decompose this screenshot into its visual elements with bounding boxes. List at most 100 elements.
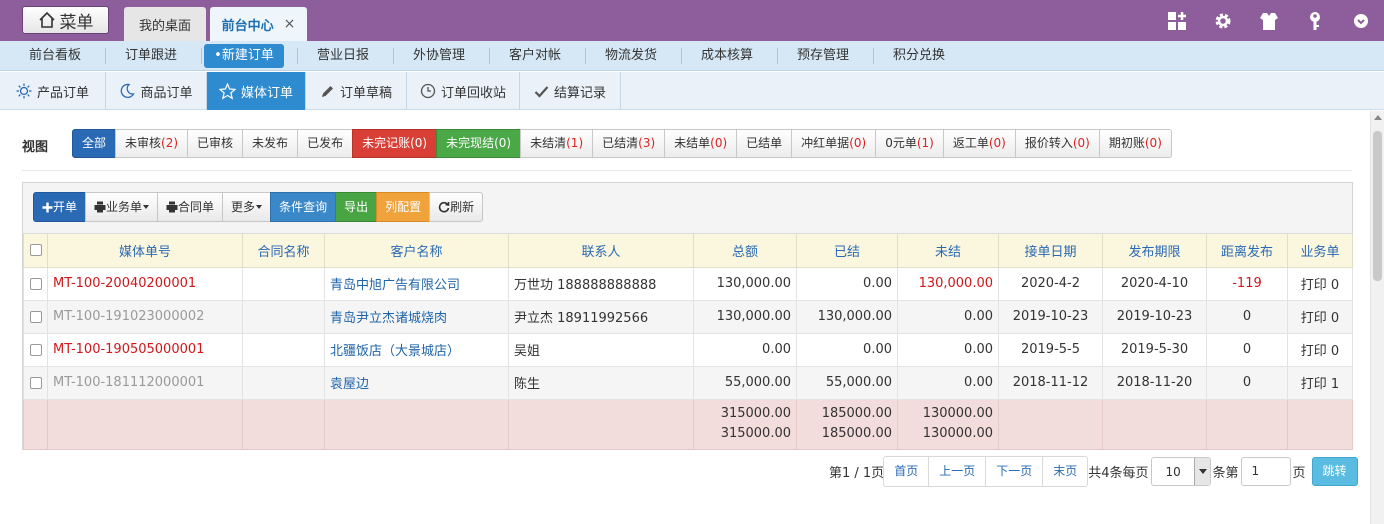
page-number-input[interactable]: 1 [1240,457,1291,486]
print-link[interactable]: 打印 0 [1287,332,1353,367]
media-no[interactable]: MT-100-190505000001 [47,332,243,367]
row-checkbox[interactable] [29,376,42,389]
sum-total: 315000.00 315000.00 [693,398,797,450]
filter-unaudited[interactable]: 未审核(2) [115,129,189,158]
col-unpaid[interactable]: 未结 [897,234,999,268]
col-business-order[interactable]: 业务单 [1287,234,1353,268]
col-distance[interactable]: 距离发布 [1206,234,1288,268]
table-row[interactable]: MT-100-20040200001 青岛中旭广告有限公司 万世功 188888… [23,266,1353,301]
tab-order-recycle[interactable]: 订单回收站 [407,72,520,110]
col-customer-name[interactable]: 客户名称 [324,234,509,268]
print-link[interactable]: 打印 0 [1287,299,1353,334]
filter-rework[interactable]: 返工单(0) [942,129,1016,158]
unpaid: 0.00 [897,299,999,334]
nav-new-order[interactable]: •新建订单 [204,44,284,68]
filter-zero-order[interactable]: 0元单(1) [875,129,944,158]
media-no[interactable]: MT-100-20040200001 [47,266,243,301]
nav-daily-report[interactable]: 营业日报 [303,44,383,68]
nav-customer-reconcile[interactable]: 客户对帐 [495,44,575,68]
next-page-button[interactable]: 下一页 [985,456,1044,487]
vertical-scrollbar[interactable] [1370,111,1384,524]
first-page-button[interactable]: 首页 [883,456,930,487]
printer-icon [94,201,106,213]
filter-unfinished-cash[interactable]: 未完现结(0) [436,129,522,158]
contract-order-button[interactable]: 合同单 [157,192,224,222]
key-icon[interactable] [1292,10,1338,34]
col-deadline[interactable]: 发布期限 [1102,234,1207,268]
contract-name [242,365,325,400]
tab-media-order[interactable]: 媒体订单 [207,72,306,110]
print-link[interactable]: 打印 0 [1287,266,1353,301]
tab-goods-order[interactable]: 商品订单 [106,72,207,110]
open-order-button[interactable]: 开单 [33,192,87,222]
filter-unclosed[interactable]: 未结单(0) [664,129,738,158]
customer-name[interactable]: 青岛尹立杰诸城烧肉 [324,299,509,334]
menu-button[interactable]: 菜单 [22,6,109,34]
printer-icon [166,201,178,213]
filter-settled[interactable]: 已结清(3) [592,129,666,158]
filter-unfinished-account[interactable]: 未完记账(0) [352,129,438,158]
nav-front-board[interactable]: 前台看板 [15,44,95,68]
nav-cost-accounting[interactable]: 成本核算 [687,44,767,68]
filter-published[interactable]: 已发布 [297,129,354,158]
filter-closed[interactable]: 已结单 [736,129,793,158]
filter-unsettled[interactable]: 未结清(1) [520,129,594,158]
print-link[interactable]: 打印 1 [1287,365,1353,400]
filter-quote-import[interactable]: 报价转入(0) [1014,129,1100,158]
nav-outsourcing[interactable]: 外协管理 [399,44,479,68]
caret-down-icon [143,205,150,209]
col-media-no[interactable]: 媒体单号 [47,234,243,268]
chevron-icon[interactable] [1338,10,1384,34]
col-total[interactable]: 总额 [693,234,797,268]
filter-reversal[interactable]: 冲红单据(0) [791,129,877,158]
select-all-checkbox[interactable] [29,244,42,257]
close-icon[interactable]: × [284,16,296,32]
customer-name[interactable]: 青岛中旭广告有限公司 [324,266,509,301]
media-no[interactable]: MT-100-191023000002 [47,299,243,334]
business-order-button[interactable]: 业务单 [85,192,159,222]
col-contract-name[interactable]: 合同名称 [242,234,325,268]
row-checkbox[interactable] [29,310,42,323]
last-page-button[interactable]: 末页 [1042,456,1089,487]
distance: 0 [1206,299,1288,334]
table-row[interactable]: MT-100-181112000001 袁屋边 陈生 55,000.00 55,… [23,365,1353,400]
tab-product-order[interactable]: 产品订单 [0,72,106,110]
prev-page-button[interactable]: 上一页 [928,456,987,487]
nav-points[interactable]: 积分兑换 [879,44,959,68]
row-checkbox[interactable] [29,343,42,356]
col-contact[interactable]: 联系人 [508,234,694,268]
contact: 陈生 [508,365,694,400]
conditional-query-button[interactable]: 条件查询 [270,192,337,222]
shirt-icon[interactable] [1246,10,1292,34]
customer-name[interactable]: 北疆饭店（大景城店） [324,332,509,367]
nav-prepaid[interactable]: 预存管理 [783,44,863,68]
more-button[interactable]: 更多 [222,192,272,222]
table-row[interactable]: MT-100-190505000001 北疆饭店（大景城店） 吴姐 0.00 0… [23,332,1353,367]
filter-opening[interactable]: 期初账(0) [1098,129,1172,158]
column-config-button[interactable]: 列配置 [376,192,431,222]
home-icon [38,11,55,28]
table-row[interactable]: MT-100-191023000002 青岛尹立杰诸城烧肉 尹立杰 189119… [23,299,1353,334]
filter-unpublished[interactable]: 未发布 [242,129,299,158]
view-label: 视图 [22,140,49,155]
customer-name[interactable]: 袁屋边 [324,365,509,400]
tab-my-desktop[interactable]: 我的桌面 [124,7,206,41]
jump-button[interactable]: 跳转 [1311,457,1358,486]
col-paid[interactable]: 已结 [796,234,898,268]
tab-front-center[interactable]: 前台中心 × [210,7,307,41]
col-order-date[interactable]: 接单日期 [998,234,1103,268]
nav-logistics[interactable]: 物流发货 [591,44,671,68]
tab-settlement-record[interactable]: 结算记录 [520,72,621,110]
media-no[interactable]: MT-100-181112000001 [47,365,243,400]
row-checkbox[interactable] [29,277,42,290]
filter-audited[interactable]: 已审核 [187,129,244,158]
grid-add-icon[interactable] [1154,10,1200,34]
gear-icon[interactable] [1200,10,1246,34]
tab-order-draft[interactable]: 订单草稿 [306,72,407,110]
export-button[interactable]: 导出 [335,192,378,222]
paid: 0.00 [796,266,898,301]
refresh-button[interactable]: 刷新 [429,192,484,222]
page-size-select[interactable]: 10 [1150,457,1211,486]
nav-order-followup[interactable]: 订单跟进 [111,44,191,68]
filter-all[interactable]: 全部 [72,129,117,158]
